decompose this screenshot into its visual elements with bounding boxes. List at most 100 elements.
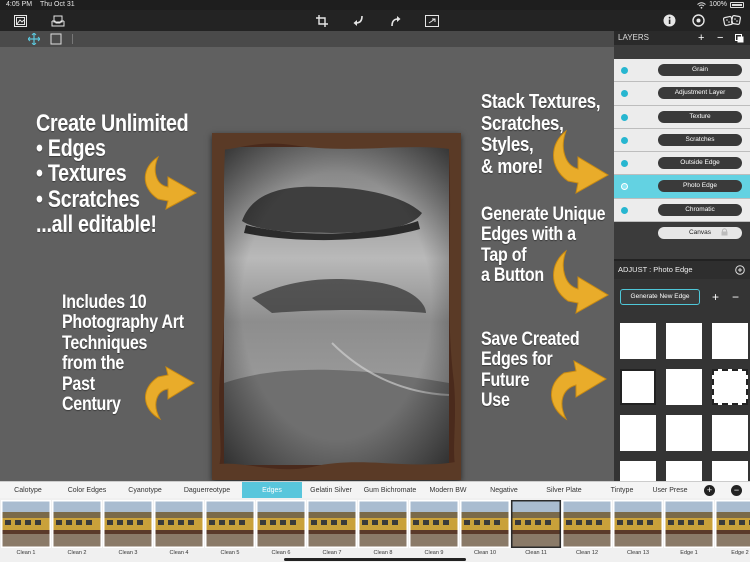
crop-icon[interactable] xyxy=(314,13,329,28)
preset-thumbnail[interactable] xyxy=(256,500,306,548)
preset-thumbnail[interactable] xyxy=(205,500,255,548)
promo-line: Includes 10 xyxy=(62,291,147,313)
remove-edge-button[interactable]: − xyxy=(732,290,739,304)
preset-thumbnail[interactable] xyxy=(409,500,459,548)
preset-thumbnail[interactable] xyxy=(562,500,612,548)
tab-color-edges[interactable]: Color Edges xyxy=(56,482,118,499)
preset-thumbnail[interactable] xyxy=(52,500,102,548)
gallery-icon[interactable] xyxy=(13,13,28,28)
tab-cyanotype[interactable]: Cyanotype xyxy=(118,482,172,499)
promo-line: Create Unlimited xyxy=(36,110,189,137)
preset-thumbnail[interactable] xyxy=(613,500,663,548)
edited-photo[interactable] xyxy=(212,133,461,480)
preset-thumbnail[interactable] xyxy=(307,500,357,548)
arrow-right-icon xyxy=(553,129,609,194)
layer-row-canvas[interactable]: Canvas xyxy=(614,222,750,246)
fit-screen-icon[interactable] xyxy=(424,13,439,28)
info-icon[interactable] xyxy=(662,13,677,28)
edge-preset-tile[interactable] xyxy=(620,461,656,481)
edge-preset-tile[interactable] xyxy=(620,323,656,359)
preset-thumbnail[interactable] xyxy=(664,500,714,548)
remove-layer-button[interactable]: − xyxy=(717,31,723,45)
redo-icon[interactable] xyxy=(388,13,403,28)
layers-spacer xyxy=(614,45,750,59)
promo-line: Stack Textures, xyxy=(481,90,601,113)
layer-row[interactable]: Scratches xyxy=(614,128,750,153)
reset-icon[interactable] xyxy=(735,265,745,275)
promo-line: Techniques xyxy=(62,331,148,354)
add-preset-button[interactable]: + xyxy=(704,485,715,496)
editing-canvas[interactable]: Create Unlimited • Edges • Textures • Sc… xyxy=(0,47,614,481)
settings-icon[interactable] xyxy=(691,13,706,28)
edge-preset-tile[interactable] xyxy=(666,415,702,451)
edge-preset-tile[interactable] xyxy=(712,461,748,481)
layer-row[interactable]: Adjustment Layer xyxy=(614,82,750,106)
duplicate-layer-icon[interactable] xyxy=(735,34,744,43)
thumbnail-label: Edge 2 xyxy=(731,550,749,556)
generate-new-edge-button[interactable]: Generate New Edge xyxy=(620,289,700,305)
tab-gelatin-silver[interactable]: Gelatin Silver xyxy=(302,482,360,499)
tab-modern-bw[interactable]: Modern BW xyxy=(420,482,476,499)
preset-thumbnail[interactable] xyxy=(358,500,408,548)
visibility-dot-icon[interactable] xyxy=(621,183,628,191)
preset-thumbnail[interactable] xyxy=(154,500,204,548)
layer-label: Texture xyxy=(658,110,742,123)
select-tool-icon[interactable] xyxy=(50,33,62,45)
promo-line: Photography Art xyxy=(62,311,184,334)
preset-thumbnail[interactable] xyxy=(103,500,153,548)
arrow-right-icon xyxy=(551,360,607,421)
preset-thumbnail[interactable] xyxy=(1,500,51,548)
thumbnail-label: Clean 7 xyxy=(322,550,342,556)
layer-row[interactable]: Grain xyxy=(614,59,750,83)
visibility-dot-icon[interactable] xyxy=(621,160,628,168)
battery-percent: 100% xyxy=(709,1,727,8)
save-tray-icon[interactable] xyxy=(50,13,65,28)
undo-icon[interactable] xyxy=(350,13,365,28)
remove-preset-button[interactable]: − xyxy=(731,485,742,496)
layer-label: Chromatic xyxy=(658,203,742,216)
tab-user-prese[interactable]: User Prese xyxy=(648,482,692,499)
promo-line: Generate Unique xyxy=(481,203,606,225)
edge-preset-tile[interactable] xyxy=(712,415,748,451)
preset-thumbnail[interactable] xyxy=(460,500,510,548)
tab-silver-plate[interactable]: Silver Plate xyxy=(532,482,596,499)
thumbnail-label: Clean 4 xyxy=(169,550,189,556)
arrow-right-icon xyxy=(553,249,609,314)
layer-row[interactable]: Outside Edge xyxy=(614,152,750,176)
layer-row[interactable]: Photo Edge xyxy=(614,175,750,199)
edge-preset-tile[interactable] xyxy=(712,323,748,359)
tab-tintype[interactable]: Tintype xyxy=(596,482,648,499)
photo-image xyxy=(212,133,461,480)
edge-preset-tile[interactable] xyxy=(666,369,702,405)
tab-negative[interactable]: Negative xyxy=(476,482,532,499)
layer-row[interactable]: Chromatic xyxy=(614,198,750,223)
layer-label: Adjustment Layer xyxy=(658,87,742,100)
add-layer-button[interactable]: + xyxy=(698,31,704,45)
edge-preset-tile[interactable] xyxy=(666,323,702,359)
tab-edges[interactable]: Edges xyxy=(242,482,302,499)
edge-preset-tile[interactable] xyxy=(712,369,748,405)
preset-thumbnail[interactable] xyxy=(715,500,750,548)
dice-icon[interactable] xyxy=(722,13,742,28)
edge-preset-tile[interactable] xyxy=(620,369,656,405)
tab-daguerreotype[interactable]: Daguerreotype xyxy=(172,482,242,499)
tab-calotype[interactable]: Calotype xyxy=(0,482,56,499)
add-edge-button[interactable]: + xyxy=(712,290,719,304)
move-tool-icon[interactable] xyxy=(28,33,40,45)
visibility-dot-icon[interactable] xyxy=(621,136,628,144)
visibility-dot-icon[interactable] xyxy=(621,67,628,74)
app-root: 4:05 PM Thu Oct 31 100% Create Unlimited… xyxy=(0,0,750,562)
thumbnail-label: Clean 12 xyxy=(575,550,599,556)
adjust-panel: ADJUST : Photo Edge Generate New Edge + … xyxy=(614,259,750,481)
preset-thumbnail[interactable] xyxy=(511,500,561,548)
layer-row[interactable]: Texture xyxy=(614,105,750,129)
edge-preset-tile[interactable] xyxy=(620,415,656,451)
edge-preset-tile[interactable] xyxy=(666,461,702,481)
tab-gum-bichromate[interactable]: Gum Bichromate xyxy=(360,482,420,499)
preset-thumbnail-strip: Clean 1 Clean 2 Clean 3 Clean 4 Clean 5 Clean… xyxy=(0,498,750,562)
layer-label: Grain xyxy=(658,64,742,76)
visibility-dot-icon[interactable] xyxy=(621,206,628,214)
thumbnail-label: Clean 1 xyxy=(16,550,36,556)
visibility-dot-icon[interactable] xyxy=(621,90,628,98)
visibility-dot-icon[interactable] xyxy=(621,113,628,121)
